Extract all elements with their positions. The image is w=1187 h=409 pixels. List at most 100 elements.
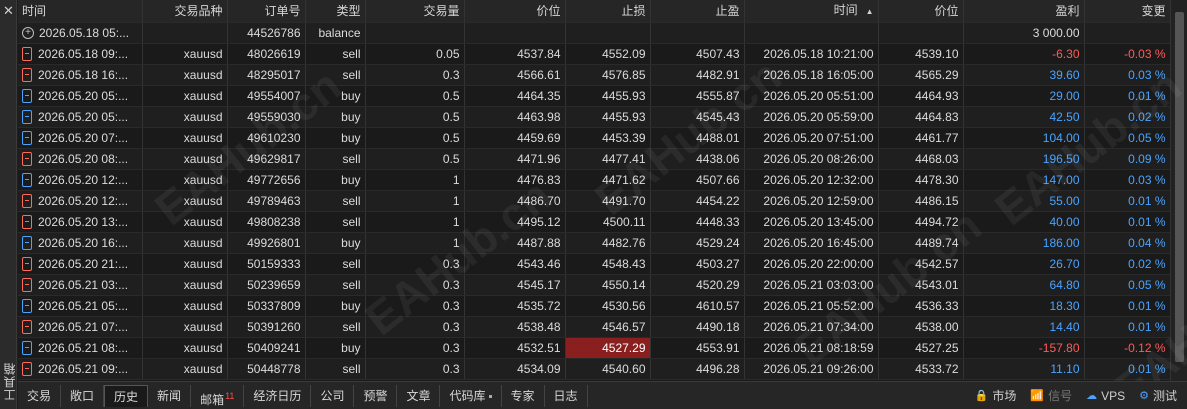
cell-close-price: 4494.72 <box>878 211 964 233</box>
status-vps[interactable]: ☁ VPS <box>1086 389 1125 403</box>
cell-time: 2026.05.21 05:... <box>18 295 143 317</box>
table-row[interactable]: 2026.05.21 07:... xauusd 50391260 sell 0.3 45… <box>18 316 1171 338</box>
table-row[interactable]: 2026.05.20 12:... xauusd 49789463 sell 1 4486… <box>18 190 1171 212</box>
cell-change: 0.02 % <box>1084 253 1171 275</box>
cell-time-text: 2026.05.20 21:... <box>38 257 129 271</box>
vertical-scrollbar[interactable] <box>1170 0 1187 381</box>
tab-label: 专家 <box>510 388 535 403</box>
status-area: 🔒 市场 📶 信号 ☁ VPS ⚙ 测试 <box>975 387 1187 404</box>
cell-profit: 26.70 <box>963 253 1085 275</box>
tab-4[interactable]: 邮箱11 <box>191 384 245 407</box>
tab-9[interactable]: 代码库 <box>440 384 502 407</box>
column-header[interactable]: 交易量 <box>365 0 465 23</box>
cell-change: 0.01 % <box>1084 295 1171 317</box>
tab-badge: 11 <box>225 390 235 401</box>
cell-change: 0.01 % <box>1084 190 1171 212</box>
cell-type: sell <box>305 43 366 65</box>
scrollbar-thumb[interactable] <box>1175 12 1184 362</box>
cell-order: 50391260 <box>227 316 306 338</box>
balance-row[interactable]: +2026.05.18 05:... 44526786 balance 3 000.0… <box>18 22 1171 44</box>
table-row[interactable]: 2026.05.21 09:... xauusd 50448778 sell 0.3 45… <box>18 358 1171 380</box>
test-icon: ⚙ <box>1139 390 1149 402</box>
cell-order: 49789463 <box>227 190 306 212</box>
status-market[interactable]: 🔒 市场 <box>975 387 1017 404</box>
cell-profit: 3 000.00 <box>963 22 1085 44</box>
sell-order-icon <box>22 361 32 376</box>
table-row[interactable]: 2026.05.21 03:... xauusd 50239659 sell 0.3 45… <box>18 274 1171 296</box>
cell-time: 2026.05.20 12:... <box>18 190 143 212</box>
table-row[interactable]: 2026.05.18 09:... xauusd 48026619 sell 0.05 4… <box>18 43 1171 65</box>
cell-close-time: 2026.05.21 08:18:59 <box>744 337 879 359</box>
column-header[interactable]: 价位 <box>878 0 964 23</box>
tab-6[interactable]: 公司 <box>311 384 355 407</box>
column-header[interactable]: 订单号 <box>227 0 306 23</box>
cell-stop-loss: 4455.93 <box>565 85 651 107</box>
tab-8[interactable]: 文章 <box>397 384 441 407</box>
table-row[interactable]: 2026.05.20 16:... xauusd 49926801 buy 1 4487.… <box>18 232 1171 254</box>
cell-time-text: 2026.05.20 05:... <box>38 110 129 124</box>
cell-order: 49772656 <box>227 169 306 191</box>
tab-7[interactable]: 预警 <box>354 384 398 407</box>
table-row[interactable]: 2026.05.20 21:... xauusd 50159333 sell 0.3 45… <box>18 253 1171 275</box>
cell-time-text: 2026.05.20 16:... <box>38 236 129 250</box>
bottom-tab-bar: 交易 敞口 历史 新闻 邮箱11 经济日历 公司 预警 文章 代码库 专家 日志 🔒 市场 📶 信号 ☁ VPS… <box>18 381 1187 409</box>
cell-price: 4476.83 <box>464 169 566 191</box>
cell-close-price: 4461.77 <box>878 127 964 149</box>
cell-close-price: 4527.25 <box>878 337 964 359</box>
tab-1[interactable]: 敞口 <box>61 384 105 407</box>
column-header[interactable]: 变更 <box>1084 0 1171 23</box>
tab-0[interactable]: 交易 <box>18 384 62 407</box>
table-row[interactable]: 2026.05.20 12:... xauusd 49772656 buy 1 4476.… <box>18 169 1171 191</box>
cell-order: 49559030 <box>227 106 306 128</box>
cell-close-time: 2026.05.21 07:34:00 <box>744 316 879 338</box>
table-row[interactable]: 2026.05.20 05:... xauusd 49554007 buy 0.5 446… <box>18 85 1171 107</box>
cell-profit: 55.00 <box>963 190 1085 212</box>
table-row[interactable]: 2026.05.21 08:... xauusd 50409241 buy 0.3 453… <box>18 337 1171 359</box>
column-header[interactable]: 时间 <box>18 0 143 23</box>
status-label: 测试 <box>1152 389 1177 403</box>
cell-type: buy <box>305 106 366 128</box>
table-row[interactable]: 2026.05.21 05:... xauusd 50337809 buy 0.3 453… <box>18 295 1171 317</box>
cell-price: 4566.61 <box>464 64 566 86</box>
cell-profit: 186.00 <box>963 232 1085 254</box>
cell-time: 2026.05.18 16:... <box>18 64 143 86</box>
tab-3[interactable]: 新闻 <box>148 384 192 407</box>
sell-order-icon <box>22 319 32 334</box>
status-label: VPS <box>1101 388 1126 403</box>
market-icon: 🔒 <box>974 390 989 402</box>
column-header[interactable]: 止盈 <box>650 0 745 23</box>
cell-profit: 104.00 <box>963 127 1085 149</box>
cell-time-text: 2026.05.20 07:... <box>38 131 129 145</box>
tab-11[interactable]: 日志 <box>545 384 588 407</box>
cell-close-price: 4543.01 <box>878 274 964 296</box>
tab-5[interactable]: 经济日历 <box>244 384 312 407</box>
buy-order-icon <box>22 88 32 103</box>
table-row[interactable]: 2026.05.20 07:... xauusd 49610230 buy 0.5 445… <box>18 127 1171 149</box>
cell-time-text: 2026.05.18 05:... <box>39 26 130 40</box>
tab-2[interactable]: 历史 <box>104 384 149 407</box>
close-icon[interactable]: ✕ <box>3 4 14 17</box>
cell-symbol: xauusd <box>142 64 228 86</box>
status-test[interactable]: ⚙ 测试 <box>1139 387 1177 404</box>
sell-order-icon <box>22 193 32 208</box>
table-row[interactable]: 2026.05.20 08:... xauusd 49629817 sell 0.5 44… <box>18 148 1171 170</box>
column-header[interactable]: 价位 <box>464 0 566 23</box>
column-header[interactable]: 盈利 <box>963 0 1085 23</box>
table-row[interactable]: 2026.05.20 05:... xauusd 49559030 buy 0.5 446… <box>18 106 1171 128</box>
column-header[interactable]: 时间 ▲ <box>744 0 879 23</box>
cell-stop-loss: 4500.11 <box>565 211 651 233</box>
toolbox-sidebar: ✕ 工具箱 <box>0 0 17 409</box>
cell-close-time: 2026.05.20 08:26:00 <box>744 148 879 170</box>
cell-volume: 0.5 <box>365 85 465 107</box>
cell-take-profit: 4503.27 <box>650 253 745 275</box>
cell-time-text: 2026.05.21 08:... <box>38 341 129 355</box>
table-row[interactable]: 2026.05.18 16:... xauusd 48295017 sell 0.3 45… <box>18 64 1171 86</box>
column-header[interactable]: 止损 <box>565 0 651 23</box>
table-row[interactable]: 2026.05.20 13:... xauusd 49808238 sell 1 4495… <box>18 211 1171 233</box>
column-header[interactable]: 交易品种 <box>142 0 228 23</box>
column-header[interactable]: 类型 <box>305 0 366 23</box>
cell-profit: 42.50 <box>963 106 1085 128</box>
status-signal[interactable]: 📶 信号 <box>1030 387 1072 404</box>
cell-price: 4543.46 <box>464 253 566 275</box>
tab-10[interactable]: 专家 <box>502 384 545 407</box>
